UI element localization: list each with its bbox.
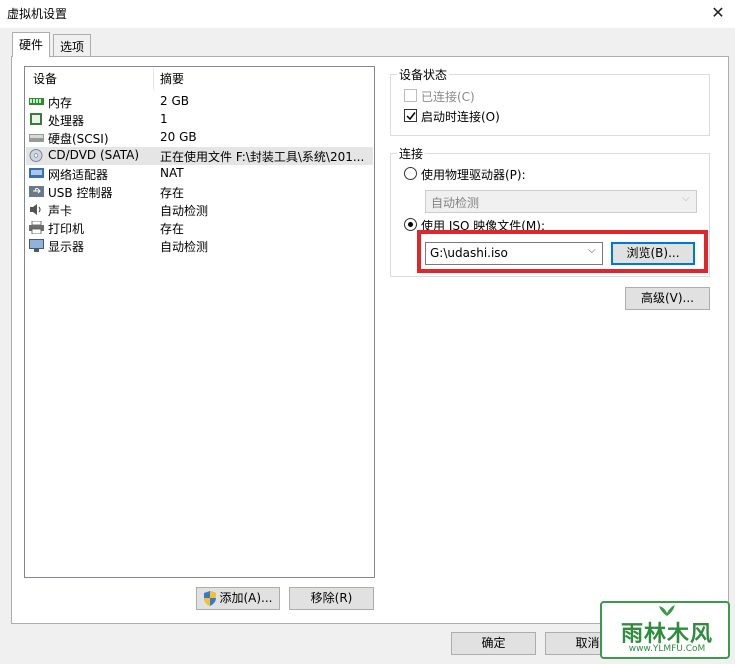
device-status-legend: 设备状态 <box>397 66 450 83</box>
watermark-logo: 雨林木风 www.YLMFU.CoM <box>600 601 730 659</box>
device-summary: NAT <box>160 166 184 180</box>
device-row-network-adapter[interactable]: 网络适配器 NAT <box>26 165 373 183</box>
tab-hardware[interactable]: 硬件 <box>12 32 51 57</box>
column-header-device[interactable]: 设备 <box>33 70 57 87</box>
iso-path-select[interactable]: G:\udashi.iso ⌵ <box>425 242 603 265</box>
close-icon[interactable]: ✕ <box>708 2 728 24</box>
tab-options[interactable]: 选项 <box>53 34 92 56</box>
column-header-summary[interactable]: 摘要 <box>160 70 184 87</box>
add-button-label: 添加(A)... <box>219 591 273 605</box>
cd-dvd-icon <box>29 149 43 162</box>
connected-label: 已连接(C) <box>421 90 475 104</box>
device-summary: 存在 <box>160 186 185 200</box>
device-summary: 自动检测 <box>160 204 209 218</box>
connection-legend: 连接 <box>397 145 426 162</box>
shield-icon <box>204 591 216 606</box>
connected-checkbox[interactable] <box>404 89 417 102</box>
device-summary: 存在 <box>160 222 185 236</box>
chevron-down-icon: ⌵ <box>682 193 690 204</box>
device-name: 处理器 <box>48 114 85 128</box>
checkmark-icon <box>406 112 416 121</box>
device-summary: 1 <box>160 112 168 126</box>
physical-drive-label: 使用物理驱动器(P): <box>421 168 526 182</box>
device-row-display[interactable]: 显示器 自动检测 <box>26 237 373 255</box>
network-adapter-icon <box>29 168 44 178</box>
watermark-url: www.YLMFU.CoM <box>628 644 706 654</box>
browse-button[interactable]: 浏览(B)... <box>611 242 695 265</box>
connect-at-power-on-checkbox[interactable] <box>404 109 417 122</box>
device-summary: 自动检测 <box>160 240 209 254</box>
printer-icon <box>29 221 44 234</box>
physical-drive-value: 自动检测 <box>431 196 480 210</box>
connect-at-power-on-label: 启动时连接(O) <box>421 110 500 124</box>
processor-icon <box>30 113 42 125</box>
device-status-group <box>390 74 710 136</box>
device-row-printer[interactable]: 打印机 存在 <box>26 219 373 237</box>
device-name: USB 控制器 <box>48 186 113 200</box>
device-row-sound-card[interactable]: 声卡 自动检测 <box>26 201 373 219</box>
device-row-hard-disk[interactable]: 硬盘(SCSI) 20 GB <box>26 129 373 147</box>
device-row-usb[interactable]: USB 控制器 存在 <box>26 183 373 201</box>
remove-button[interactable]: 移除(R) <box>289 587 374 610</box>
title-bar <box>0 0 735 28</box>
device-name: 硬盘(SCSI) <box>48 132 109 146</box>
device-name: 显示器 <box>48 240 85 254</box>
add-button[interactable]: 添加(A)... <box>196 587 280 610</box>
ok-button[interactable]: 确定 <box>451 632 536 655</box>
display-icon <box>29 239 44 252</box>
device-summary: 2 GB <box>160 94 189 108</box>
column-divider[interactable] <box>153 68 154 90</box>
advanced-button[interactable]: 高级(V)... <box>625 287 710 310</box>
sound-card-icon <box>30 204 41 215</box>
memory-icon <box>29 98 44 105</box>
leaf-icon <box>659 605 675 616</box>
usb-icon <box>29 186 44 197</box>
chevron-down-icon: ⌵ <box>588 245 596 256</box>
device-summary: 正在使用文件 F:\封装工具\系统\201... <box>160 150 365 164</box>
iso-path-value: G:\udashi.iso <box>430 246 508 260</box>
radio-dot <box>408 222 413 227</box>
physical-drive-select[interactable]: 自动检测 ⌵ <box>425 190 697 213</box>
device-name: 内存 <box>48 96 73 110</box>
window-title: 虚拟机设置 <box>7 7 68 21</box>
device-summary: 20 GB <box>160 130 197 144</box>
iso-image-radio[interactable] <box>404 218 417 231</box>
device-row-memory[interactable]: 内存 2 GB <box>26 93 373 111</box>
device-name: 打印机 <box>48 222 85 236</box>
device-name: 网络适配器 <box>48 168 109 182</box>
physical-drive-radio[interactable] <box>404 167 417 180</box>
device-row-processor[interactable]: 处理器 1 <box>26 111 373 129</box>
device-row-cd-dvd[interactable]: CD/DVD (SATA) 正在使用文件 F:\封装工具\系统\201... <box>26 147 373 165</box>
device-name: 声卡 <box>48 204 73 218</box>
hard-disk-icon <box>29 134 44 142</box>
device-name: CD/DVD (SATA) <box>48 148 140 162</box>
